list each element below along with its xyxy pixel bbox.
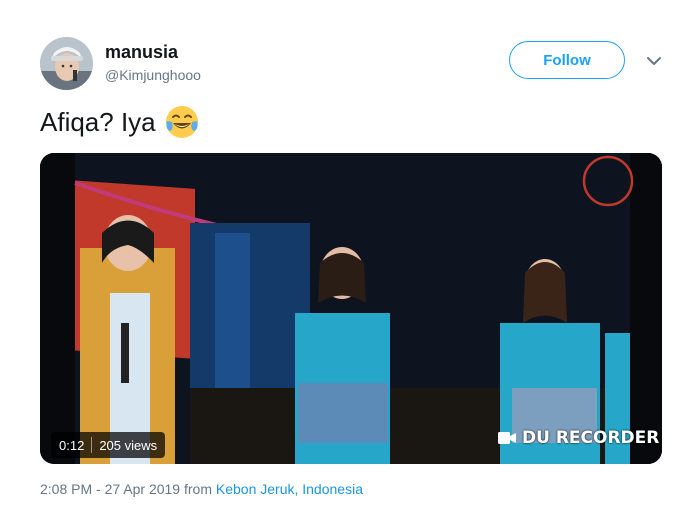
tweet-footer: 2:08 PM - 27 Apr 2019 from Kebon Jeruk, …	[40, 481, 363, 497]
user-handle[interactable]: @Kimjunghooo	[105, 67, 201, 83]
chevron-down-icon[interactable]	[644, 53, 664, 69]
tweet-location-link[interactable]: Kebon Jeruk, Indonesia	[216, 481, 363, 497]
video-timestamp: 0:12	[59, 437, 85, 453]
video-views: 205 views	[99, 437, 158, 453]
profile-photo-avatar	[40, 37, 93, 90]
camera-icon	[498, 432, 516, 444]
user-avatar[interactable]	[40, 37, 93, 90]
face-with-tears-of-joy-icon	[165, 106, 198, 138]
video-frame	[40, 153, 662, 464]
tweet-timestamp[interactable]: 2:08 PM - 27 Apr 2019 from	[40, 481, 212, 497]
recorder-watermark: DU RECORDER	[498, 428, 659, 448]
tweet-text: Afiqa? Iya	[40, 104, 200, 140]
tweet-card: manusia @Kimjunghooo Follow Afiqa? Iya 0…	[0, 0, 700, 507]
recorder-label: DU RECORDER	[522, 428, 660, 448]
video-player[interactable]	[40, 153, 662, 464]
video-stats: 0:12 205 views	[51, 432, 166, 458]
tweet-body: Afiqa? Iya	[40, 106, 156, 137]
divider	[91, 437, 93, 453]
user-display-name[interactable]: manusia	[105, 42, 178, 63]
follow-button[interactable]: Follow	[509, 41, 625, 79]
